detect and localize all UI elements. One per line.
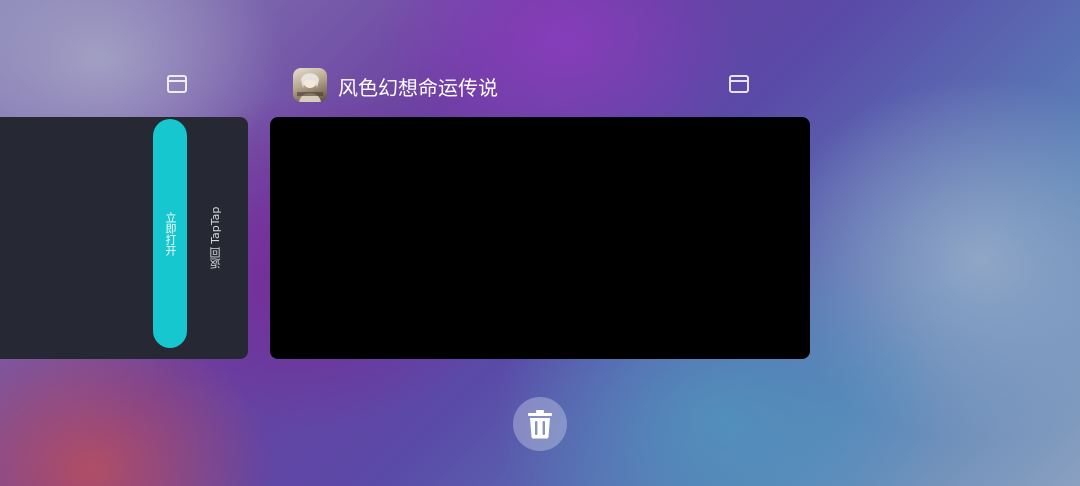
recent-apps-screen: 立即打开 返回 TapTap 风色幻想命运传说 [0, 0, 1080, 486]
open-now-button[interactable]: 立即打开 [153, 119, 187, 348]
window-mode-icon[interactable] [167, 75, 187, 93]
clear-all-button[interactable] [513, 397, 567, 451]
recent-app-card-preview[interactable] [270, 117, 810, 359]
window-mode-icon[interactable] [729, 75, 749, 93]
recent-app-card-taptap[interactable]: 立即打开 返回 TapTap [0, 117, 248, 359]
trash-icon [528, 410, 552, 439]
back-to-taptap-link[interactable]: 返回 TapTap [208, 207, 224, 270]
open-now-label: 立即打开 [164, 211, 177, 256]
app-icon [293, 68, 327, 102]
app-title: 风色幻想命运传说 [338, 76, 498, 100]
